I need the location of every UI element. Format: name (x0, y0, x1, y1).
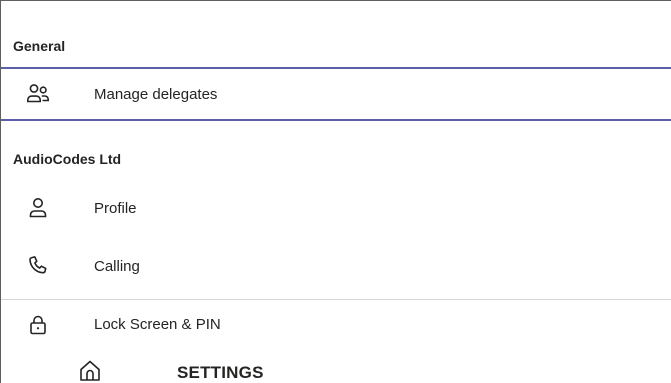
menu-item-lock-screen[interactable]: Lock Screen & PIN (1, 299, 671, 349)
menu-item-profile[interactable]: Profile (1, 183, 671, 233)
menu-item-label: Profile (94, 199, 137, 217)
settings-screen: General Manage delegates AudioCodes Ltd … (0, 0, 671, 383)
lock-icon (25, 312, 51, 338)
page-title: SETTINGS (177, 363, 264, 382)
section-header-company: AudioCodes Ltd (1, 139, 671, 179)
bottom-bar: SETTINGS (1, 351, 671, 383)
menu-item-label: Lock Screen & PIN (94, 316, 221, 333)
section-title-general: General (13, 38, 66, 54)
menu-item-label: Manage delegates (94, 85, 218, 103)
menu-item-manage-delegates[interactable]: Manage delegates (1, 67, 671, 121)
people-icon (25, 81, 51, 107)
menu-item-calling[interactable]: Calling (1, 241, 671, 291)
phone-icon (25, 253, 51, 279)
home-icon[interactable] (77, 357, 103, 383)
menu-item-label: Calling (94, 257, 140, 275)
person-icon (25, 195, 51, 221)
section-header-general: General (1, 26, 671, 66)
section-title-company: AudioCodes Ltd (13, 151, 122, 167)
